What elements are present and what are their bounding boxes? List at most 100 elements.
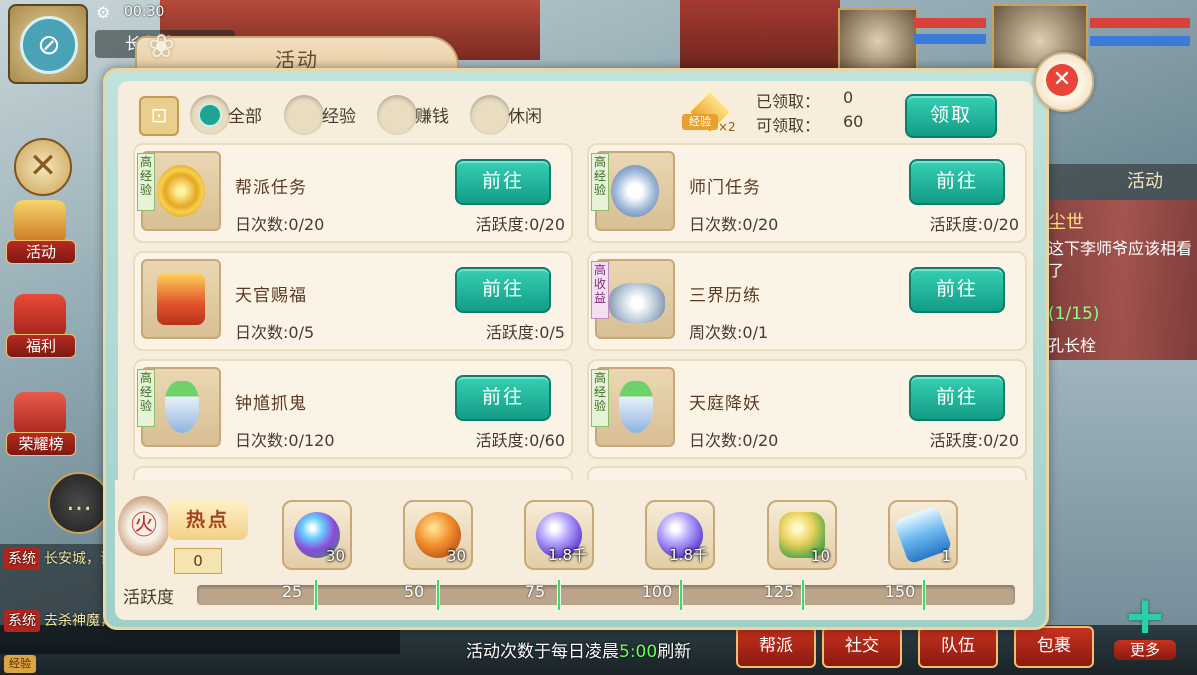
reward-slot-150[interactable]: 1 — [888, 500, 958, 570]
quest-title[interactable]: 尘世 — [1048, 208, 1084, 234]
bonus-multiplier: ×2 — [718, 120, 736, 134]
reward-slot-50[interactable]: 30 — [403, 500, 473, 570]
milestone-tick — [922, 579, 926, 611]
reward-quantity: 30 — [446, 547, 466, 565]
scene-temple-roof — [680, 0, 840, 70]
filter-label[interactable]: 赚钱 — [415, 102, 449, 127]
silver-coin-icon — [611, 165, 659, 217]
close-icon: ✕ — [1046, 64, 1078, 96]
daily-count: 日次数:0/20 — [235, 215, 325, 234]
milestone-label: 125 — [763, 582, 795, 601]
side-button-label: 福利 — [6, 334, 76, 358]
tab-activity[interactable]: 活动 — [1048, 164, 1197, 200]
reward-slot-125[interactable]: 10 — [767, 500, 837, 570]
claim-button[interactable]: 领取 — [905, 94, 997, 138]
filter-exp-radio[interactable] — [284, 95, 324, 135]
more-button[interactable]: + 更多 — [1114, 586, 1176, 664]
social-menu-button[interactable]: 社交 — [822, 626, 902, 668]
go-button[interactable]: 前往 — [909, 375, 1005, 421]
quest-target[interactable]: 孔长栓 — [1048, 332, 1096, 356]
milestone-tick — [314, 579, 318, 611]
plus-icon: + — [1123, 586, 1167, 646]
go-button[interactable]: 前往 — [909, 267, 1005, 313]
team-menu-button[interactable]: 队伍 — [918, 626, 998, 668]
go-button[interactable]: 前往 — [909, 159, 1005, 205]
gold-ring-icon — [157, 165, 205, 217]
reward-quantity: 1.8千 — [548, 546, 587, 564]
filter-money-radio[interactable] — [377, 95, 417, 135]
go-button[interactable]: 前往 — [455, 159, 551, 205]
close-button[interactable]: ✕ — [1034, 52, 1094, 112]
activity-thumbnail — [141, 259, 221, 339]
bag-menu-button[interactable]: 包裹 — [1014, 626, 1094, 668]
reward-slot-75[interactable]: 1.8千 — [524, 500, 594, 570]
hot-spot-panel[interactable]: ㊋ 热点 0 — [118, 492, 248, 574]
activity-name: 钟馗抓鬼 — [235, 394, 307, 414]
compass-icon: ⊘ — [20, 16, 78, 74]
hot-spot-count: 0 — [174, 548, 222, 574]
filter-label[interactable]: 休闲 — [508, 102, 542, 127]
activity-name: 帮派任务 — [235, 178, 307, 198]
ranking-side-button[interactable]: 荣耀榜 — [0, 392, 80, 456]
reward-slot-100[interactable]: 1.8千 — [645, 500, 715, 570]
welfare-side-button[interactable]: 福利 — [0, 294, 80, 358]
lotus-icon: ❀ — [148, 27, 175, 65]
filter-label[interactable]: 经验 — [322, 102, 356, 127]
hot-spot-label: 热点 — [168, 500, 248, 540]
go-button[interactable]: 前往 — [455, 375, 551, 421]
reward-slot-25[interactable]: 30 — [282, 500, 352, 570]
activity-progress-label: 活跃度 — [123, 588, 174, 608]
reward-quantity: 1.8千 — [669, 546, 708, 564]
collapse-menu-button[interactable]: ✕ — [14, 138, 72, 196]
pet-portrait[interactable] — [838, 8, 918, 74]
guild-menu-button[interactable]: 帮派 — [736, 626, 816, 668]
calendar-icon[interactable]: ⊡ — [139, 96, 179, 136]
activity-name: 天官赐福 — [235, 286, 307, 306]
player-hp-bar — [1090, 18, 1190, 28]
filter-leisure-radio[interactable] — [470, 95, 510, 135]
reward-quantity: 10 — [810, 547, 830, 565]
activity-points: 活跃度:0/20 — [475, 215, 565, 234]
minimap-button[interactable]: ⊘ — [8, 4, 88, 84]
clock: 00:30 — [124, 4, 165, 20]
quest-progress: (1/15) — [1048, 304, 1100, 324]
daily-count: 日次数:0/20 — [689, 431, 779, 450]
milestone-label: 100 — [641, 582, 673, 601]
filter-all-radio[interactable] — [190, 95, 230, 135]
go-button[interactable]: 前往 — [455, 267, 551, 313]
high-exp-tag: 高经验 — [137, 153, 155, 211]
vase-icon — [165, 381, 199, 433]
gift-box-icon — [14, 294, 66, 338]
refresh-prefix: 活动次数于每日凌晨 — [466, 642, 619, 662]
activity-side-button[interactable]: 活动 — [0, 200, 80, 264]
milestone-tick — [801, 579, 805, 611]
activity-name: 天庭降妖 — [689, 394, 761, 414]
milestone-tick — [436, 579, 440, 611]
high-exp-tag: 高经验 — [591, 369, 609, 427]
refresh-note: 活动次数于每日凌晨5:00刷新 — [466, 637, 691, 662]
activity-points: 活跃度:0/5 — [485, 323, 565, 342]
activity-name: 三界历练 — [689, 286, 761, 306]
quest-description[interactable]: 这下李师爷应该相看了 — [1048, 238, 1197, 282]
claimed-label: 已领取： — [756, 92, 821, 111]
activity-points: 活跃度:0/20 — [929, 431, 1019, 450]
weekly-count: 周次数:0/1 — [689, 323, 769, 342]
bonus-label: 经验 — [682, 114, 718, 130]
voice-button[interactable]: 经验 — [4, 655, 36, 673]
side-button-label: 荣耀榜 — [6, 432, 76, 456]
chat-bubble-icon[interactable]: … — [48, 472, 110, 534]
refresh-suffix: 刷新 — [657, 642, 692, 662]
gear-icon[interactable]: ⚙ — [96, 4, 114, 22]
activity-card-three-realms: 高收益 三界历练 周次数:0/1 前往 — [587, 251, 1027, 351]
high-income-tag: 高收益 — [591, 261, 609, 319]
milestone-label: 75 — [524, 582, 546, 601]
radio-selected-dot — [198, 103, 222, 127]
milestone-label: 150 — [884, 582, 916, 601]
player-mp-bar — [1090, 36, 1190, 46]
milestone-tick — [557, 579, 561, 611]
filter-label[interactable]: 全部 — [228, 102, 262, 127]
mascot-icon: ㊋ — [118, 496, 170, 556]
claimable-value: 60 — [843, 112, 864, 131]
system-tag: 系统 — [4, 548, 40, 570]
pet-hp-bar — [914, 18, 986, 28]
